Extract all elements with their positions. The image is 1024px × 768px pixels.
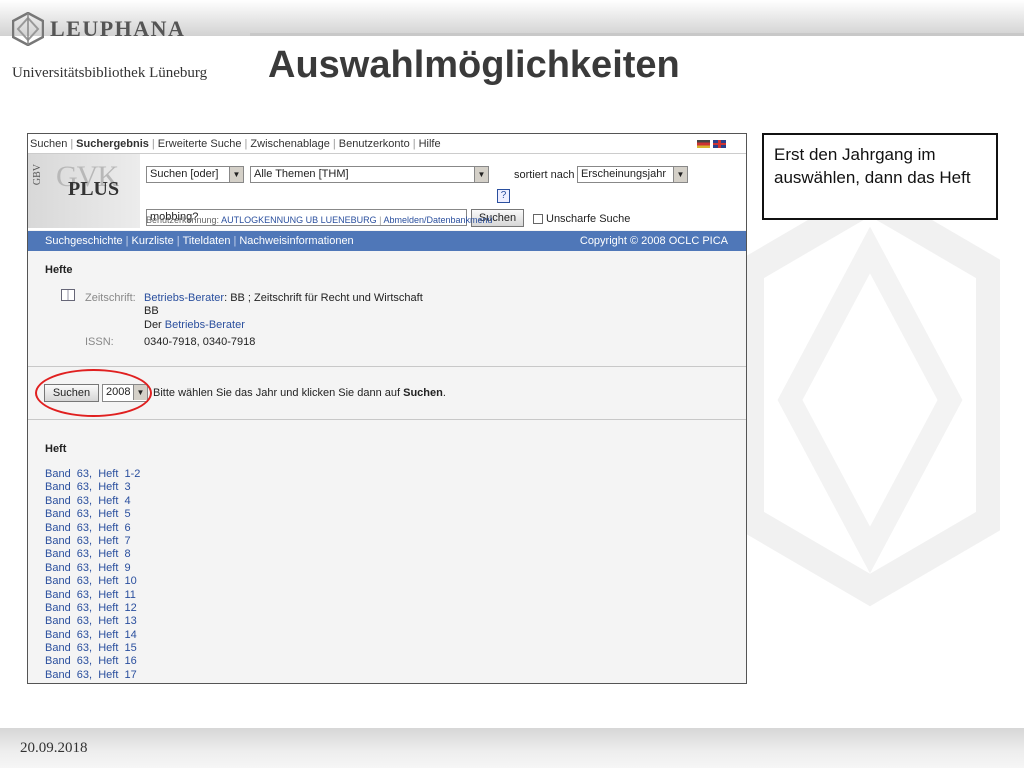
chevron-down-icon: ▼ [229, 167, 243, 182]
heft-link[interactable]: Band 63, Heft 5 [45, 508, 140, 521]
issn-label: ISSN: [85, 336, 114, 348]
year-hint-bold: Suchen [403, 387, 443, 399]
sort-label: sortiert nach [514, 169, 575, 181]
heft-link[interactable]: Band 63, Heft 6 [45, 522, 140, 535]
help-icon[interactable]: ? [497, 189, 510, 203]
heft-link[interactable]: Band 63, Heft 1-2 [45, 468, 140, 481]
nav-zwischenablage[interactable]: Zwischenablage [250, 138, 330, 150]
zeitschrift-link[interactable]: Betriebs-Berater [144, 292, 224, 304]
heft-link[interactable]: Band 63, Heft 11 [45, 589, 140, 602]
fuzzy-search-checkbox[interactable] [533, 214, 543, 224]
subnav-nachweisinformationen[interactable]: Nachweisinformationen [239, 235, 353, 247]
catalog-screenshot: Suchen | Suchergebnis | Erweiterte Suche | Zwi… [27, 133, 747, 684]
slide-date: 20.09.2018 [20, 740, 88, 756]
topic-select[interactable]: Alle Themen [THM] ▼ [250, 166, 489, 183]
plus-label: PLUS [68, 178, 120, 200]
heft-heading: Heft [45, 443, 67, 455]
slide-title: Auswahlmöglichkeiten [268, 44, 680, 86]
heft-link[interactable]: Band 63, Heft 16 [45, 655, 140, 668]
alt-title: Der Betriebs-Berater [144, 319, 245, 331]
zeitschrift-subtitle: : BB ; Zeitschrift für Recht und Wirtsch… [224, 292, 423, 304]
logo-subtitle: Universitätsbibliothek Lüneburg [12, 65, 208, 81]
chevron-down-icon: ▼ [474, 167, 488, 182]
divider [28, 419, 746, 420]
subnav-suchgeschichte[interactable]: Suchgeschichte [45, 235, 123, 247]
hefte-heading: Hefte [45, 264, 73, 276]
nav-hilfe[interactable]: Hilfe [419, 138, 441, 150]
nav-suchergebnis[interactable]: Suchergebnis [76, 138, 149, 150]
user-label: Benutzerkennung: [146, 215, 220, 225]
fuzzy-search-label: Unscharfe Suche [546, 213, 631, 225]
sort-value: Erscheinungsjahr [581, 168, 666, 180]
heft-link[interactable]: Band 63, Heft 15 [45, 642, 140, 655]
watermark-logo [740, 190, 1000, 610]
english-flag-icon[interactable] [713, 140, 726, 148]
subnav-titeldaten[interactable]: Titeldaten [183, 235, 231, 247]
zeitschrift-value: Betriebs-Berater: BB ; Zeitschrift für R… [144, 292, 423, 304]
year-hint: Bitte wählen Sie das Jahr und klicken Si… [153, 387, 446, 399]
heft-link[interactable]: Band 63, Heft 8 [45, 548, 140, 561]
heft-link[interactable]: Band 63, Heft 9 [45, 562, 140, 575]
journal-icon [61, 289, 75, 301]
user-line: Benutzerkennung: AUTLOGKENNUNG UB LUENEB… [146, 215, 493, 225]
leuphana-emblem-icon [12, 12, 44, 46]
logout-link[interactable]: Abmelden/Datenbankmenü [383, 215, 492, 225]
bb-link[interactable]: BB [144, 305, 159, 317]
heft-link[interactable]: Band 63, Heft 4 [45, 495, 140, 508]
top-navigation: Suchen | Suchergebnis | Erweiterte Suche | Zwi… [28, 134, 746, 154]
sort-select[interactable]: Erscheinungsjahr ▼ [577, 166, 688, 183]
nav-suchen[interactable]: Suchen [30, 138, 67, 150]
issn-value[interactable]: 0340-7918, 0340-7918 [144, 336, 255, 348]
nav-benutzerkonto[interactable]: Benutzerkonto [339, 138, 410, 150]
zeitschrift-label: Zeitschrift: [85, 292, 136, 304]
gvk-plus-logo: GBV GVK PLUS [28, 154, 140, 228]
year-hint-end: . [442, 387, 446, 399]
nav-erweiterte-suche[interactable]: Erweiterte Suche [158, 138, 242, 150]
heft-link[interactable]: Band 63, Heft 7 [45, 535, 140, 548]
slide-footer-band [0, 728, 1024, 768]
heft-link[interactable]: Band 63, Heft 10 [45, 575, 140, 588]
heft-link[interactable]: Band 63, Heft 17 [45, 669, 140, 682]
user-account-link[interactable]: AUTLOGKENNUNG UB LUENEBURG [221, 215, 377, 225]
highlight-circle [35, 369, 152, 417]
search-mode-value: Suchen [oder] [150, 168, 219, 180]
alt-title-prefix: Der [144, 319, 162, 331]
copyright-text: Copyright © 2008 OCLC PICA [579, 235, 728, 247]
heft-link[interactable]: Band 63, Heft 3 [45, 481, 140, 494]
heft-list: Band 63, Heft 1-2 Band 63, Heft 3 Band 6… [45, 468, 140, 682]
subnav-kurzliste[interactable]: Kurzliste [132, 235, 174, 247]
leuphana-logo: LEUPHANA [12, 12, 185, 46]
logo-wordmark: LEUPHANA [50, 16, 186, 41]
instruction-callout: Erst den Jahrgang im auswählen, dann das… [762, 133, 998, 220]
chevron-down-icon: ▼ [673, 167, 687, 182]
heft-link[interactable]: Band 63, Heft 12 [45, 602, 140, 615]
german-flag-icon[interactable] [697, 140, 710, 148]
heft-link[interactable]: Band 63, Heft 13 [45, 615, 140, 628]
alt-title-link[interactable]: Betriebs-Berater [165, 319, 245, 331]
divider [28, 366, 746, 367]
sub-navigation: Suchgeschichte | Kurzliste | Titeldaten | Nach… [28, 231, 746, 251]
topic-value: Alle Themen [THM] [254, 168, 349, 180]
heft-link[interactable]: Band 63, Heft 14 [45, 629, 140, 642]
gbv-label: GBV [32, 164, 43, 186]
year-hint-text: Bitte wählen Sie das Jahr und klicken Si… [153, 387, 401, 399]
search-mode-select[interactable]: Suchen [oder] ▼ [146, 166, 244, 183]
